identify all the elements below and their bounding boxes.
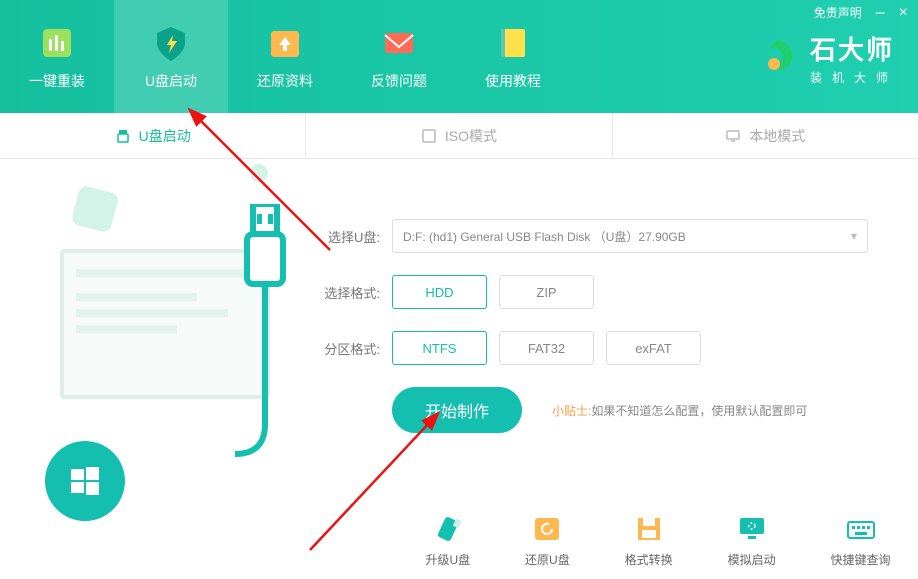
tip-prefix: 小贴士: bbox=[552, 404, 591, 418]
tool-restore-usb[interactable]: 还原U盘 bbox=[525, 513, 570, 568]
nav-usb-boot[interactable]: U盘启动 bbox=[114, 0, 228, 113]
bar-chart-icon bbox=[37, 23, 77, 63]
keyboard-icon bbox=[845, 513, 877, 545]
sub-tabs: U盘启动 ISO模式 本地模式 bbox=[0, 113, 918, 159]
disk-value: D:F: (hd1) General USB Flash Disk （U盘）27… bbox=[403, 228, 686, 245]
iso-icon bbox=[421, 128, 437, 144]
config-form: 选择U盘: D:F: (hd1) General USB Flash Disk … bbox=[300, 159, 918, 501]
nav-feedback[interactable]: 反馈问题 bbox=[342, 0, 456, 113]
tool-label: 升级U盘 bbox=[425, 551, 470, 568]
brand-subtitle: 装机大师 bbox=[810, 69, 898, 86]
usb-upgrade-icon bbox=[432, 513, 464, 545]
nav-label: 反馈问题 bbox=[371, 71, 427, 91]
partition-label: 分区格式: bbox=[310, 339, 380, 358]
close-button[interactable]: × bbox=[899, 5, 908, 21]
tool-label: 快捷键查询 bbox=[831, 551, 891, 568]
monitor-boot-icon bbox=[736, 513, 768, 545]
tool-label: 模拟启动 bbox=[728, 551, 776, 568]
subtab-label: 本地模式 bbox=[749, 126, 805, 146]
format-zip[interactable]: ZIP bbox=[499, 275, 594, 309]
tool-label: 格式转换 bbox=[625, 551, 673, 568]
upload-box-icon bbox=[265, 23, 305, 63]
nav-reinstall[interactable]: 一键重装 bbox=[0, 0, 114, 113]
start-button[interactable]: 开始制作 bbox=[392, 387, 522, 433]
nav-label: 一键重装 bbox=[29, 71, 85, 91]
partition-ntfs[interactable]: NTFS bbox=[392, 331, 487, 365]
floppy-icon bbox=[633, 513, 665, 545]
tool-label: 还原U盘 bbox=[525, 551, 570, 568]
nav-label: 还原资料 bbox=[257, 71, 313, 91]
nav-label: U盘启动 bbox=[145, 71, 197, 91]
nav-tutorial[interactable]: 使用教程 bbox=[456, 0, 570, 113]
disk-select[interactable]: D:F: (hd1) General USB Flash Disk （U盘）27… bbox=[392, 219, 868, 253]
subtab-label: U盘启动 bbox=[139, 126, 191, 146]
nav-restore[interactable]: 还原资料 bbox=[228, 0, 342, 113]
tool-format-convert[interactable]: 格式转换 bbox=[625, 513, 673, 568]
tool-hotkey-query[interactable]: 快捷键查询 bbox=[831, 513, 891, 568]
usb-icon bbox=[115, 128, 131, 144]
format-hdd[interactable]: HDD bbox=[392, 275, 487, 309]
header: 免责声明 – × 一键重装 U盘启动 还原资料 反馈问题 bbox=[0, 0, 918, 113]
subtab-usb-boot[interactable]: U盘启动 bbox=[0, 113, 306, 158]
subtab-local[interactable]: 本地模式 bbox=[613, 113, 918, 158]
usb-plug-icon bbox=[235, 204, 295, 464]
window-controls: 免责声明 – × bbox=[814, 4, 908, 21]
mail-icon bbox=[379, 23, 419, 63]
subtab-iso[interactable]: ISO模式 bbox=[306, 113, 612, 158]
bottom-toolbar: 升级U盘 还原U盘 格式转换 模拟启动 快捷键查询 bbox=[398, 501, 918, 579]
monitor-icon bbox=[725, 128, 741, 144]
nav-label: 使用教程 bbox=[485, 71, 541, 91]
chevron-down-icon: ▾ bbox=[851, 229, 857, 243]
illustration bbox=[0, 159, 300, 501]
partition-fat32[interactable]: FAT32 bbox=[499, 331, 594, 365]
disclaimer-link[interactable]: 免责声明 bbox=[814, 4, 862, 21]
book-icon bbox=[493, 23, 533, 63]
tip-body: 如果不知道怎么配置，使用默认配置即可 bbox=[591, 404, 807, 418]
brand: 石大师 装机大师 bbox=[760, 30, 898, 86]
partition-exfat[interactable]: exFAT bbox=[606, 331, 701, 365]
brand-logo-icon bbox=[760, 38, 800, 78]
disk-label: 选择U盘: bbox=[310, 227, 380, 246]
brand-title: 石大师 bbox=[810, 30, 898, 67]
windows-circle-icon bbox=[45, 441, 125, 521]
minimize-button[interactable]: – bbox=[876, 5, 885, 21]
main-area: 选择U盘: D:F: (hd1) General USB Flash Disk … bbox=[0, 159, 918, 501]
shield-bolt-icon bbox=[151, 23, 191, 63]
format-label: 选择格式: bbox=[310, 283, 380, 302]
restore-icon bbox=[531, 513, 563, 545]
tip-text: 小贴士:如果不知道怎么配置，使用默认配置即可 bbox=[552, 402, 807, 419]
tool-upgrade-usb[interactable]: 升级U盘 bbox=[425, 513, 470, 568]
tool-simulate-boot[interactable]: 模拟启动 bbox=[728, 513, 776, 568]
subtab-label: ISO模式 bbox=[445, 126, 497, 146]
